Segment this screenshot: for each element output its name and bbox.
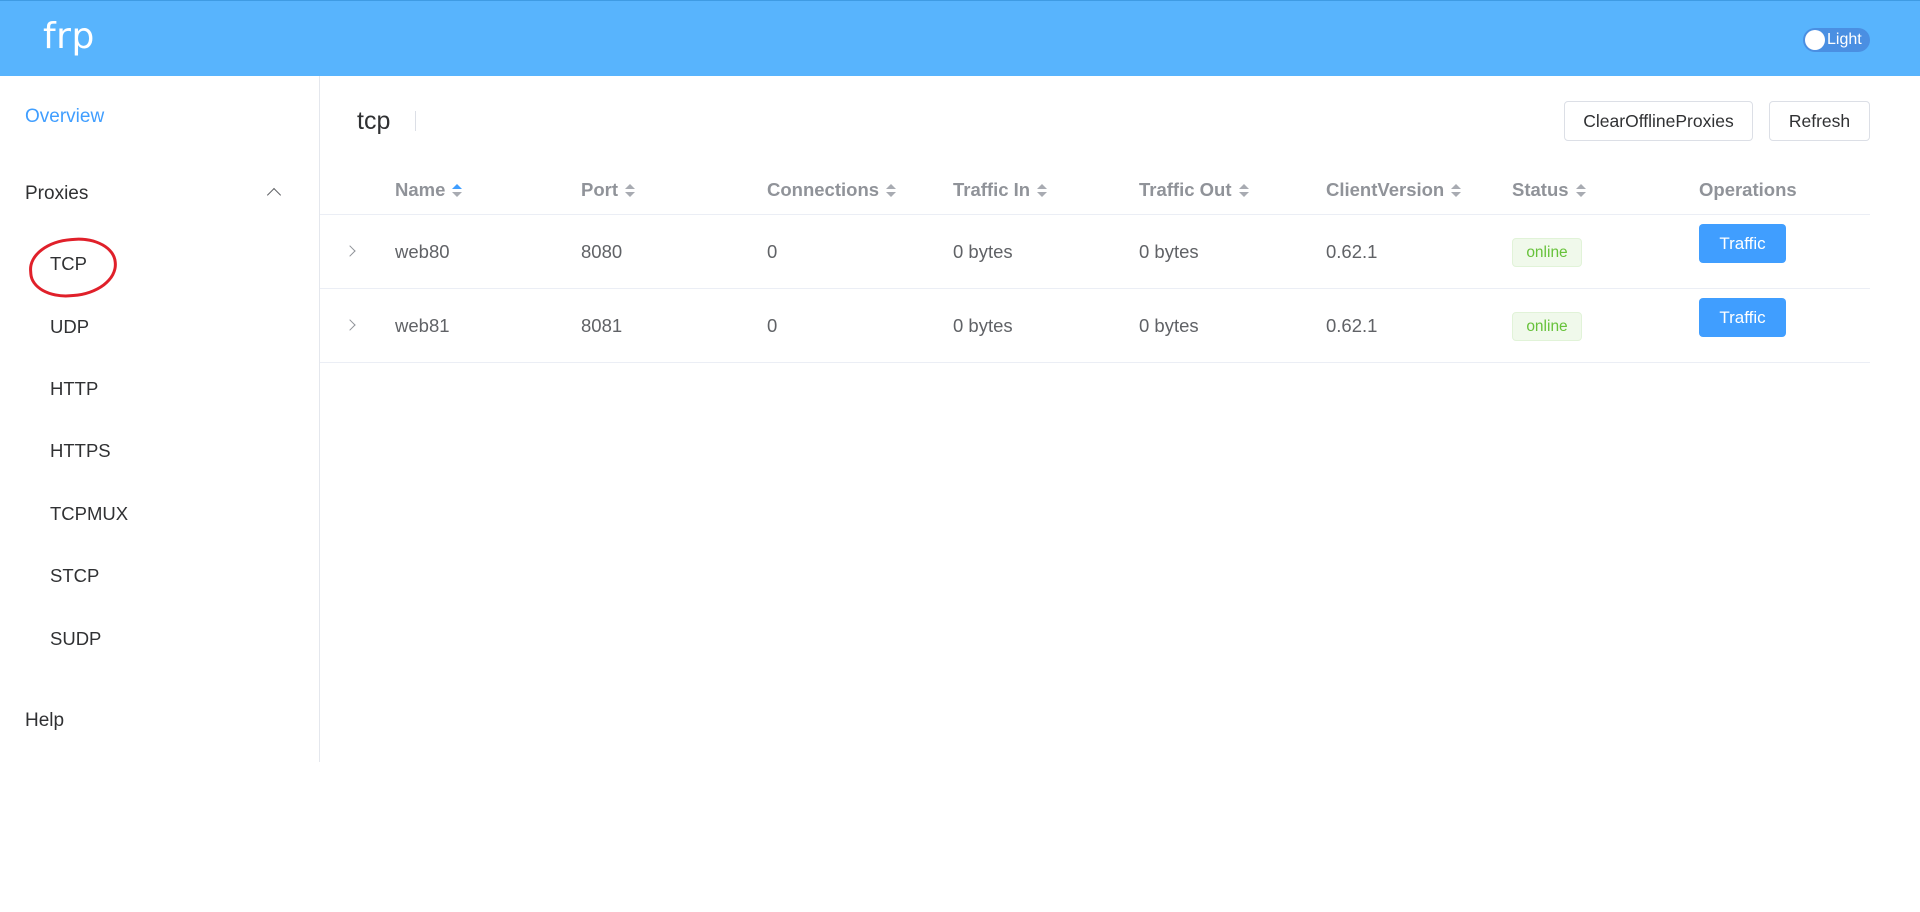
sort-descending-icon: [452, 191, 463, 197]
cell-port: 8080: [581, 241, 623, 262]
clear-offline-proxies-button[interactable]: ClearOfflineProxies: [1564, 101, 1753, 141]
sort-descending-icon: [625, 191, 635, 197]
toggle-knob: [1805, 30, 1825, 50]
cell-traffic-in: 0 bytes: [953, 315, 1013, 336]
column-label: Operations: [1699, 179, 1797, 200]
cell-name: web80: [395, 241, 450, 262]
status-badge: online: [1512, 238, 1582, 267]
sort-icon[interactable]: [886, 183, 897, 197]
sort-descending-icon: [886, 191, 897, 197]
column-header-traffic-out[interactable]: Traffic Out: [1139, 179, 1249, 201]
column-header-name[interactable]: Name: [395, 179, 463, 201]
cell-traffic-out: 0 bytes: [1139, 315, 1199, 336]
expand-row-icon[interactable]: [344, 245, 356, 257]
column-label: Port: [581, 179, 618, 200]
cell-connections: 0: [767, 315, 778, 336]
cell-name: web81: [395, 315, 450, 336]
proxies-table: Name Port Connections Traffic In Traffic…: [320, 169, 1870, 363]
theme-toggle[interactable]: Light: [1803, 28, 1870, 52]
refresh-button[interactable]: Refresh: [1769, 101, 1870, 141]
sidebar-group-proxies[interactable]: Proxies: [25, 183, 88, 205]
traffic-button[interactable]: Traffic: [1699, 224, 1786, 263]
annotation-circle: [27, 235, 119, 300]
sidebar: Overview Proxies TCP UDP HTTP HTTPS TCPM…: [0, 76, 320, 762]
column-label: Traffic In: [953, 179, 1031, 200]
column-label: Connections: [767, 179, 880, 200]
sort-ascending-icon: [452, 183, 463, 189]
table-row: web81 8081 0 0 bytes 0 bytes 0.62.1 onli…: [320, 289, 1870, 363]
cell-client-version: 0.62.1: [1326, 315, 1378, 336]
column-header-connections[interactable]: Connections: [767, 179, 897, 201]
column-label: ClientVersion: [1326, 179, 1445, 200]
sidebar-item-http[interactable]: HTTP: [50, 378, 98, 400]
sidebar-item-sudp[interactable]: SUDP: [50, 628, 101, 650]
column-header-operations: Operations: [1699, 179, 1797, 201]
sort-ascending-icon: [1037, 183, 1048, 189]
main-content: tcp ClearOfflineProxies Refresh Name Por…: [320, 76, 1920, 912]
table-header: Name Port Connections Traffic In Traffic…: [320, 169, 1870, 215]
sort-icon[interactable]: [1575, 183, 1586, 197]
sort-icon[interactable]: [452, 183, 463, 197]
page-title: tcp: [357, 107, 391, 135]
traffic-button[interactable]: Traffic: [1699, 298, 1786, 337]
app-brand: frp: [43, 16, 95, 57]
column-label: Status: [1512, 179, 1569, 200]
sort-ascending-icon: [625, 183, 635, 189]
cell-traffic-in: 0 bytes: [953, 241, 1013, 262]
theme-label: Light: [1827, 31, 1862, 48]
sidebar-item-tcpmux[interactable]: TCPMUX: [50, 503, 128, 525]
column-header-status[interactable]: Status: [1512, 179, 1586, 201]
cell-connections: 0: [767, 241, 778, 262]
sidebar-item-udp[interactable]: UDP: [50, 316, 89, 338]
table-row: web80 8080 0 0 bytes 0 bytes 0.62.1 onli…: [320, 215, 1870, 289]
sort-descending-icon: [1451, 191, 1462, 197]
sort-ascending-icon: [886, 183, 897, 189]
cell-traffic-out: 0 bytes: [1139, 241, 1199, 262]
expand-row-icon[interactable]: [344, 319, 356, 331]
column-header-traffic-in[interactable]: Traffic In: [953, 179, 1048, 201]
cell-client-version: 0.62.1: [1326, 241, 1378, 262]
sort-icon[interactable]: [625, 183, 635, 197]
status-badge: online: [1512, 312, 1582, 341]
sort-ascending-icon: [1451, 183, 1462, 189]
sidebar-item-stcp[interactable]: STCP: [50, 565, 99, 587]
sort-ascending-icon: [1575, 183, 1586, 189]
chevron-up-icon[interactable]: [266, 187, 282, 203]
column-header-port[interactable]: Port: [581, 179, 635, 201]
sidebar-item-https[interactable]: HTTPS: [50, 440, 111, 462]
sort-descending-icon: [1238, 191, 1249, 197]
column-header-client-version[interactable]: ClientVersion: [1326, 179, 1462, 201]
sidebar-item-overview[interactable]: Overview: [25, 106, 104, 128]
sidebar-item-help[interactable]: Help: [25, 710, 64, 732]
cell-port: 8081: [581, 315, 623, 336]
sort-icon[interactable]: [1037, 183, 1048, 197]
sort-icon[interactable]: [1238, 183, 1249, 197]
column-label: Traffic Out: [1139, 179, 1232, 200]
column-label: Name: [395, 179, 446, 200]
top-header: frp Light: [0, 0, 1920, 76]
sort-icon[interactable]: [1451, 183, 1462, 197]
sort-descending-icon: [1575, 191, 1586, 197]
sort-descending-icon: [1037, 191, 1048, 197]
sort-ascending-icon: [1238, 183, 1249, 189]
title-divider: [415, 111, 416, 131]
